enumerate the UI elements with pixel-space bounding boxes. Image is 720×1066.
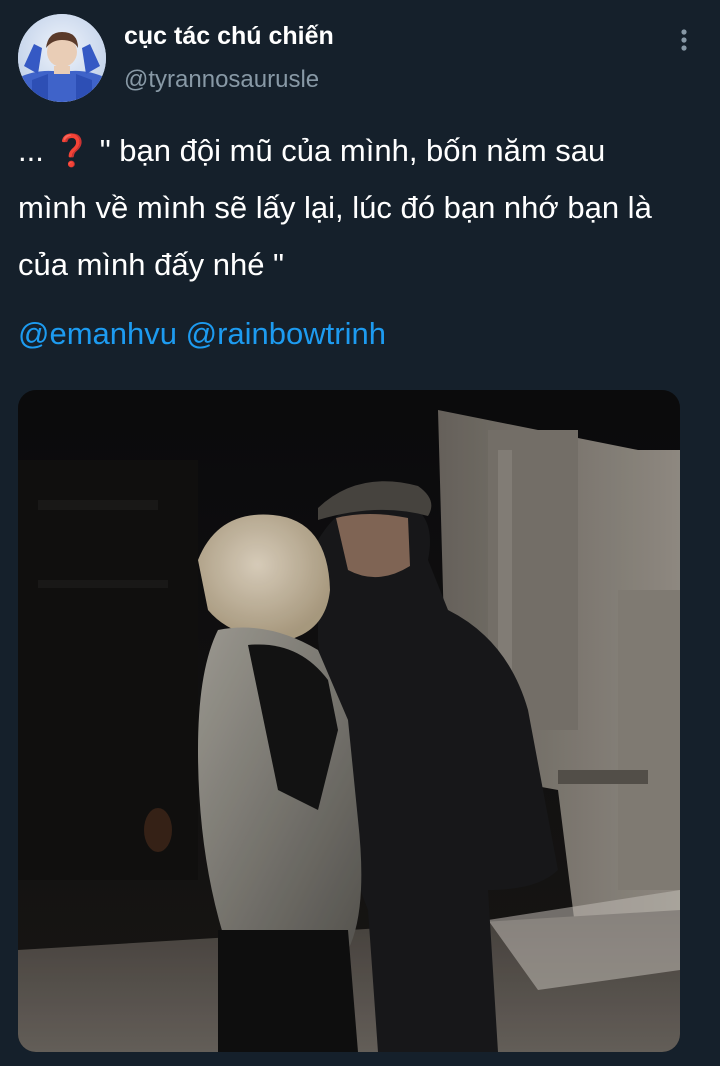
tweet-text: ... ❓ " bạn đội mũ của mình, bốn năm sau… (18, 122, 708, 293)
tweet-photo-image (18, 390, 680, 1052)
tweet-photo[interactable] (18, 390, 680, 1052)
tweet-text-line-3: của mình đấy nhé " (18, 247, 285, 282)
tweet-text-part-1: " bạn đội mũ của mình, bốn năm sau (91, 133, 606, 168)
avatar-image (18, 14, 106, 102)
display-name[interactable]: cục tác chú chiến (124, 22, 334, 51)
user-handle[interactable]: @tyrannosaurusle (124, 66, 319, 94)
tweet-text-line-2: mình về mình sẽ lấy lại, lúc đó bạn nhớ … (18, 190, 652, 225)
more-options-button[interactable] (668, 24, 700, 56)
mention-link-1[interactable]: @emanhvu (18, 316, 177, 351)
more-vertical-icon (681, 29, 687, 51)
tweet-text-line-1: ... ❓ " bạn đội mũ của mình, bốn năm sau (18, 122, 708, 179)
tweet-card: cục tác chú chiến @tyrannosaurusle ... ❓… (0, 0, 720, 1066)
ellipsis-text: ... (18, 133, 44, 168)
red-question-mark-icon: ❓ (52, 133, 92, 168)
mention-link-2[interactable]: @rainbowtrinh (186, 316, 386, 351)
mentions: @emanhvu @rainbowtrinh (18, 305, 386, 362)
avatar[interactable] (18, 14, 106, 102)
